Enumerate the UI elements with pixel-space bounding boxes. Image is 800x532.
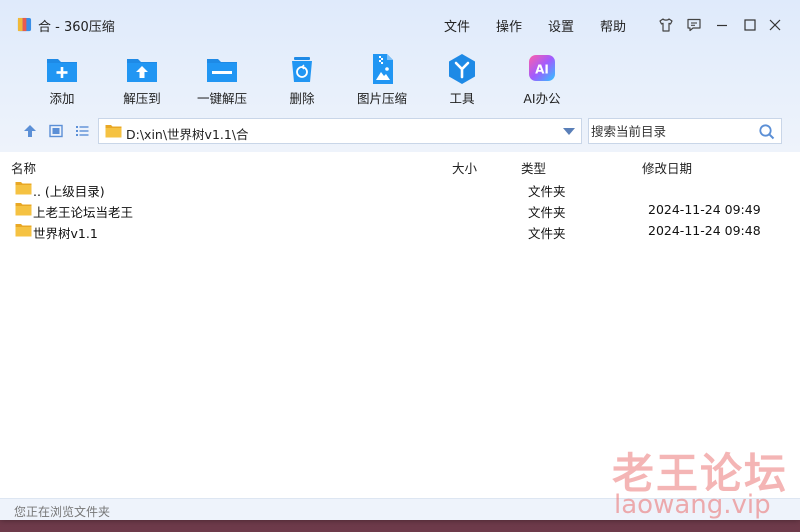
one-click-extract-icon [207, 59, 237, 82]
ai-office-label: AI办公 [523, 91, 561, 106]
file-row[interactable]: 世界树v1.1 文件夹 2024-11-24 09:48 [0, 220, 800, 241]
delete-button[interactable]: 删除 [266, 48, 338, 110]
delete-label: 删除 [289, 91, 315, 106]
up-level-icon[interactable] [21, 122, 39, 140]
address-path: D:\xin\世界树v1.1\合 [126, 127, 249, 142]
folder-icon [15, 224, 32, 237]
column-type[interactable]: 类型 [521, 158, 546, 177]
window-chrome: 合 - 360压缩 文件 操作 设置 帮助 添加 解压到 一键解压 删除 图片压… [0, 0, 800, 152]
menu-operate[interactable]: 操作 [496, 16, 522, 35]
list-view-icon[interactable] [73, 122, 91, 140]
extract-to-label: 解压到 [123, 91, 161, 106]
one-click-extract-button[interactable]: 一键解压 [186, 48, 258, 110]
file-type: 文件夹 [528, 205, 566, 220]
thumbnail-view-icon[interactable] [47, 122, 65, 140]
maximize-icon[interactable] [742, 17, 758, 33]
add-button[interactable]: 添加 [26, 48, 98, 110]
watermark-url: laowang.vip [614, 490, 771, 520]
file-row-parent[interactable]: .. (上级目录) 文件夹 [0, 178, 800, 199]
delete-icon [292, 57, 312, 82]
image-compress-label: 图片压缩 [356, 91, 407, 106]
image-compress-icon [373, 54, 393, 84]
one-click-extract-label: 一键解压 [196, 91, 247, 106]
add-label: 添加 [49, 91, 75, 106]
file-row[interactable]: 上老王论坛当老王 文件夹 2024-11-24 09:49 [0, 199, 800, 220]
tools-label: 工具 [449, 91, 475, 106]
address-bar[interactable]: D:\xin\世界树v1.1\合 [98, 118, 582, 144]
status-text: 您正在浏览文件夹 [14, 505, 111, 519]
file-type: 文件夹 [528, 226, 566, 241]
image-compress-button[interactable]: 图片压缩 [346, 48, 418, 110]
app-logo-icon [17, 17, 32, 32]
column-name[interactable]: 名称 [11, 158, 36, 177]
chevron-down-icon[interactable] [563, 128, 575, 135]
tools-button[interactable]: 工具 [426, 48, 498, 110]
add-icon [47, 59, 77, 82]
file-name: 世界树v1.1 [33, 226, 98, 241]
feedback-icon[interactable] [686, 17, 702, 33]
file-date: 2024-11-24 09:48 [648, 223, 761, 238]
minimize-icon[interactable] [714, 17, 730, 33]
tools-icon [449, 54, 475, 84]
file-name: 上老王论坛当老王 [33, 205, 134, 220]
menu-settings[interactable]: 设置 [548, 16, 574, 35]
menu-help[interactable]: 帮助 [600, 16, 626, 35]
extract-to-icon [127, 59, 157, 82]
skin-icon[interactable] [658, 17, 674, 33]
window-title: 合 - 360压缩 [38, 20, 115, 35]
close-icon[interactable] [767, 17, 783, 33]
column-modified[interactable]: 修改日期 [642, 158, 692, 177]
svg-text:AI: AI [535, 63, 549, 77]
file-date: 2024-11-24 09:49 [648, 202, 761, 217]
column-size[interactable]: 大小 [452, 158, 477, 177]
ai-office-button[interactable]: AI AI办公 [506, 48, 578, 110]
ai-office-icon: AI [529, 55, 555, 81]
folder-icon [105, 125, 122, 138]
search-icon[interactable] [758, 123, 776, 141]
search-box [588, 118, 782, 144]
folder-icon [15, 203, 32, 216]
title-bar: 合 - 360压缩 文件 操作 设置 帮助 [0, 0, 800, 48]
menu-file[interactable]: 文件 [444, 16, 470, 35]
extract-to-button[interactable]: 解压到 [106, 48, 178, 110]
file-list-header: 名称 大小 类型 修改日期 [0, 152, 800, 176]
file-type: 文件夹 [528, 184, 566, 199]
search-input[interactable] [591, 121, 751, 141]
file-name: .. (上级目录) [33, 184, 105, 199]
folder-icon [15, 182, 32, 195]
